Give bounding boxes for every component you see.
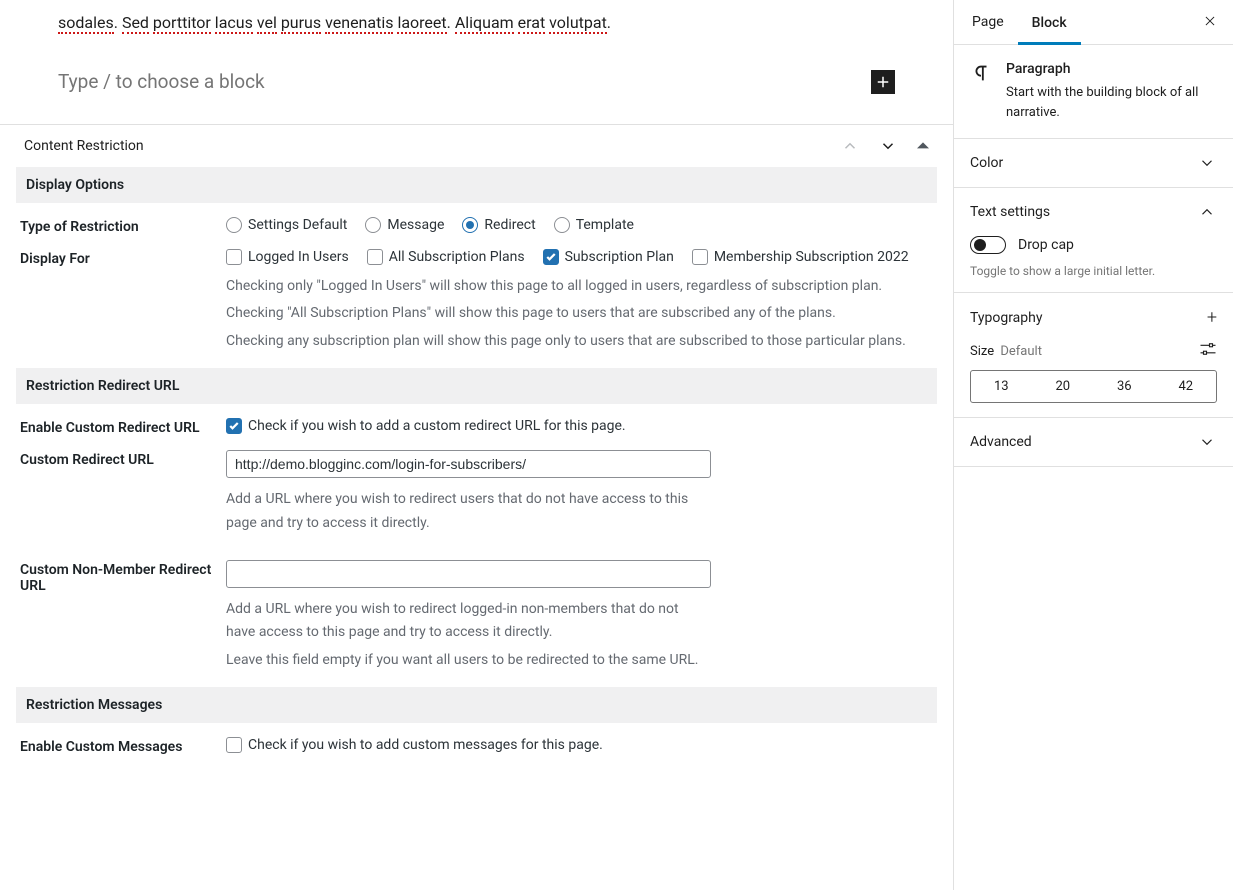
tab-page[interactable]: Page [958,0,1018,44]
help-display-for-2: Checking "All Subscription Plans" will s… [226,302,927,326]
help-drop-cap: Toggle to show a large initial letter. [970,264,1217,278]
checkbox-logged-in-users[interactable]: Logged In Users [226,249,349,265]
chevron-up-icon[interactable] [841,137,859,155]
paragraph-block[interactable]: sodales. Sed porttitor lacus vel purus v… [58,10,895,36]
section-advanced[interactable]: Advanced [970,432,1217,452]
toggle-drop-cap-label: Drop cap [1018,237,1074,253]
section-restriction-redirect: Restriction Redirect URL [16,368,937,404]
plus-icon[interactable]: + [1207,307,1217,328]
label-enable-custom-messages: Enable Custom Messages [16,737,226,755]
radio-settings-default[interactable]: Settings Default [226,217,347,233]
label-enable-custom-redirect: Enable Custom Redirect URL [16,418,226,436]
block-description: Start with the building block of all nar… [1006,83,1217,122]
label-size: Size Default [970,344,1042,359]
section-text-settings[interactable]: Text settings [970,202,1217,222]
checkbox-enable-custom-messages[interactable]: Check if you wish to add custom messages… [226,737,927,753]
sliders-icon[interactable] [1199,342,1217,360]
section-color[interactable]: Color [970,153,1217,173]
chevron-down-icon [1197,432,1217,452]
size-option-36[interactable]: 36 [1093,371,1155,402]
tab-block[interactable]: Block [1018,1,1081,45]
toggle-drop-cap[interactable] [970,236,1006,254]
chevron-down-icon[interactable] [879,137,897,155]
close-sidebar-button[interactable] [1191,13,1229,32]
add-block-button[interactable] [871,70,895,94]
help-custom-redirect: Add a URL where you wish to redirect use… [226,488,711,536]
checkbox-membership-2022[interactable]: Membership Subscription 2022 [692,249,909,265]
checkbox-enable-custom-redirect[interactable]: Check if you wish to add a custom redire… [226,418,927,434]
size-option-13[interactable]: 13 [971,371,1032,402]
input-custom-nonmember-redirect[interactable] [226,560,711,588]
chevron-down-icon [1197,153,1217,173]
help-nonmember-1: Add a URL where you wish to redirect log… [226,598,711,646]
radio-template[interactable]: Template [554,217,634,233]
section-typography[interactable]: Typography + [970,307,1217,328]
metabox-title: Content Restriction [24,138,144,154]
plus-icon [874,73,892,91]
size-option-20[interactable]: 20 [1032,371,1094,402]
chevron-up-icon [1197,202,1217,222]
radio-message[interactable]: Message [365,217,444,233]
help-display-for-1: Checking only "Logged In Users" will sho… [226,275,927,299]
help-display-for-3: Checking any subscription plan will show… [226,330,927,354]
section-display-options: Display Options [16,167,937,203]
paragraph-icon [970,61,992,85]
radio-redirect[interactable]: Redirect [462,217,535,233]
label-custom-nonmember-redirect: Custom Non-Member Redirect URL [16,560,226,687]
label-custom-redirect-url: Custom Redirect URL [16,450,226,536]
size-segmented-control[interactable]: 13 20 36 42 [970,370,1217,403]
help-nonmember-2: Leave this field empty if you want all u… [226,649,711,673]
caret-up-icon[interactable] [917,140,929,152]
checkbox-subscription-plan[interactable]: Subscription Plan [543,249,674,265]
label-display-for: Display For [16,249,226,368]
section-restriction-messages: Restriction Messages [16,687,937,723]
block-title: Paragraph [1006,61,1217,77]
close-icon [1203,14,1217,28]
input-custom-redirect-url[interactable] [226,450,711,478]
size-option-42[interactable]: 42 [1155,371,1217,402]
block-inserter-placeholder[interactable]: Type / to choose a block [58,70,265,93]
label-type-of-restriction: Type of Restriction [16,217,226,235]
checkbox-all-subscription-plans[interactable]: All Subscription Plans [367,249,525,265]
